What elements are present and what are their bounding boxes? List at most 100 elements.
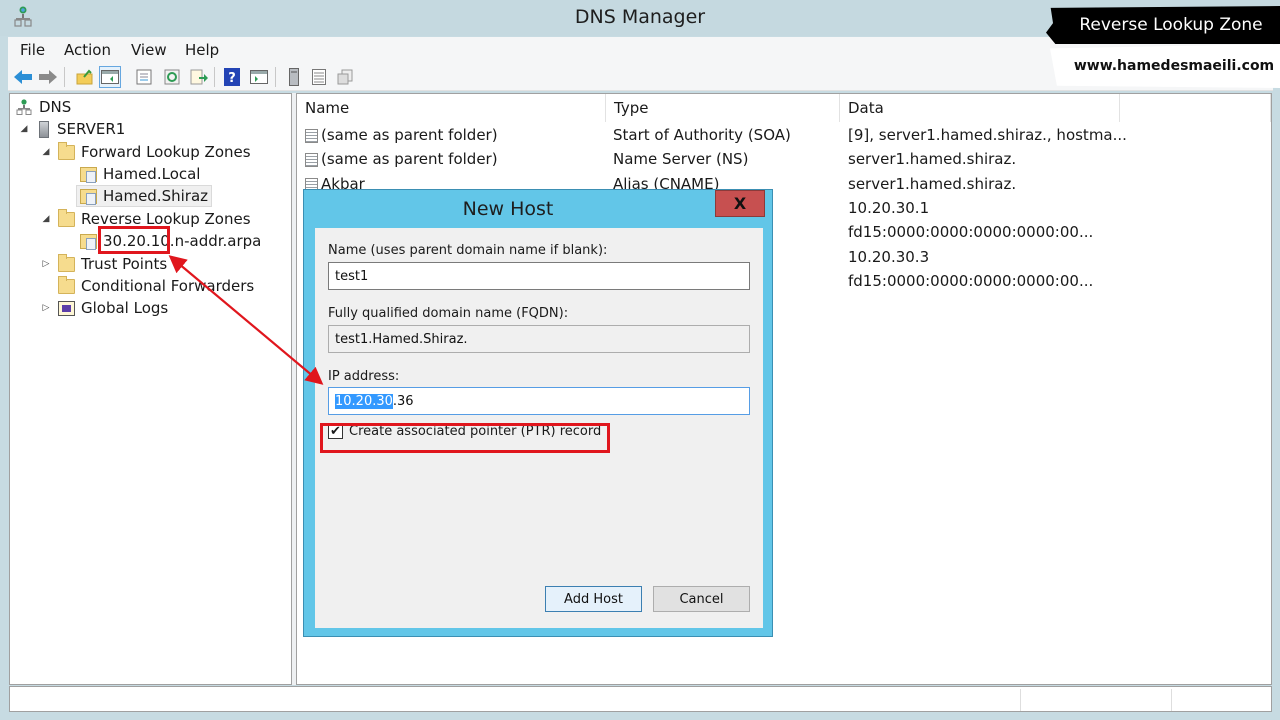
tree-label: Hamed.Local [103, 165, 201, 183]
folder-icon [58, 141, 75, 160]
show-hide-console-tree-icon [101, 70, 119, 84]
record-data: 10.20.30.1 [848, 199, 930, 217]
export-list-icon [190, 69, 208, 85]
refresh-icon [164, 69, 180, 85]
collapsed-icon[interactable]: ▷ [40, 303, 52, 313]
dialog-title: New Host [462, 198, 554, 220]
collapsed-icon[interactable]: ▷ [40, 259, 52, 269]
folder-icon [58, 208, 75, 227]
help-icon: ? [224, 68, 240, 86]
ip-selected-text: 10.20.30 [335, 394, 393, 409]
forward-button[interactable] [37, 66, 59, 88]
website-banner: www.hamedesmaeili.com [1050, 44, 1280, 88]
menu-help[interactable]: Help [185, 41, 219, 59]
column-header-data[interactable]: Data [840, 94, 1120, 122]
show-action-pane-icon [250, 70, 268, 84]
menu-file[interactable]: File [20, 41, 45, 59]
close-icon: X [733, 194, 747, 213]
show-hide-console-tree-button[interactable] [99, 66, 121, 88]
record-data: server1.hamed.shiraz. [848, 150, 1017, 168]
menu-action[interactable]: Action [64, 41, 111, 59]
back-button[interactable] [12, 66, 34, 88]
dns-icon [16, 99, 32, 115]
record-list-icon [312, 69, 326, 85]
name-input[interactable]: test1 [328, 262, 750, 290]
show-action-pane-button[interactable] [248, 66, 270, 88]
record-icon [305, 152, 318, 167]
tree-label: Forward Lookup Zones [81, 143, 251, 161]
properties-icon [136, 69, 152, 85]
toolbar-separator [214, 67, 215, 87]
toolbar-separator [64, 67, 65, 87]
tree-item-forward-lookup-zones[interactable]: ◢ Forward Lookup Zones [40, 141, 251, 163]
tree-label: DNS [39, 98, 72, 116]
expanded-icon[interactable]: ◢ [40, 147, 52, 157]
ip-address-input[interactable]: 10.20.30.36 [328, 387, 750, 415]
record-type: Start of Authority (SOA) [613, 126, 791, 144]
list-row[interactable]: (same as parent folder) Start of Authori… [297, 123, 1267, 147]
menu-view[interactable]: View [131, 41, 167, 59]
new-host-dialog: New Host X Name (uses parent domain name… [303, 189, 773, 637]
cancel-button[interactable]: Cancel [653, 586, 750, 612]
server-icon [39, 120, 49, 138]
record-icon [305, 128, 318, 143]
folder-icon [58, 275, 75, 294]
tree-item-conditional-forwarders[interactable]: Conditional Forwarders [58, 275, 254, 297]
tree-item-global-logs[interactable]: ▷ Global Logs [40, 297, 169, 319]
record-data: fd15:0000:0000:0000:0000:00... [848, 272, 1094, 290]
highlight-ptr-checkbox [320, 423, 610, 453]
tree-label: Trust Points [81, 255, 168, 273]
column-header-type[interactable]: Type [606, 94, 840, 122]
record-data: server1.hamed.shiraz. [848, 175, 1017, 193]
tree-label: Hamed.Shiraz [103, 187, 209, 205]
tree-item-server1[interactable]: ◢ SERVER1 [18, 118, 126, 140]
tree-label: SERVER1 [57, 120, 126, 138]
status-divider [1020, 689, 1021, 711]
topic-banner: Reverse Lookup Zone [1046, 6, 1280, 44]
copy-icon [337, 69, 353, 85]
up-one-level-button[interactable] [74, 66, 96, 88]
refresh-button[interactable] [161, 66, 183, 88]
record-data: 10.20.30.3 [848, 248, 930, 266]
tree-label: Conditional Forwarders [81, 277, 255, 295]
ip-address-label: IP address: [328, 369, 400, 384]
status-bar [9, 686, 1272, 712]
record-type: Name Server (NS) [613, 150, 749, 168]
fqdn-field: test1.Hamed.Shiraz. [328, 325, 750, 353]
tree-item-trust-points[interactable]: ▷ Trust Points [40, 253, 167, 275]
record-data: fd15:0000:0000:0000:0000:00... [848, 223, 1094, 241]
server-button[interactable] [283, 66, 305, 88]
folder-icon [58, 253, 75, 272]
zone-icon [80, 233, 97, 250]
back-arrow-icon [14, 70, 32, 84]
expanded-icon[interactable]: ◢ [18, 124, 30, 134]
name-label: Name (uses parent domain name if blank): [328, 243, 608, 258]
zone-icon [80, 188, 97, 205]
server-icon [289, 68, 299, 86]
list-row[interactable]: (same as parent folder) Name Server (NS)… [297, 147, 1267, 171]
record-name: (same as parent folder) [321, 126, 498, 144]
expanded-icon[interactable]: ◢ [40, 214, 52, 224]
ip-rest-text: .36 [392, 394, 414, 409]
svg-text:?: ? [228, 71, 236, 86]
forward-arrow-icon [39, 70, 57, 84]
column-header-empty [1120, 94, 1271, 122]
tree-item-hamed-local[interactable]: Hamed.Local [80, 163, 200, 185]
export-list-button[interactable] [188, 66, 210, 88]
properties-button[interactable] [133, 66, 155, 88]
tree-label: Global Logs [81, 299, 169, 317]
zone-icon [80, 166, 97, 183]
up-folder-icon [76, 69, 93, 85]
column-header-name[interactable]: Name [297, 94, 606, 122]
copy-button[interactable] [334, 66, 356, 88]
tree-item-dns[interactable]: DNS [16, 96, 71, 118]
tree-label-suffix: n-addr.arpa [174, 232, 262, 250]
highlight-reverse-zone-prefix [98, 226, 170, 254]
record-data: [9], server1.hamed.shiraz., hostma... [848, 126, 1127, 144]
close-button[interactable]: X [715, 190, 765, 217]
record-list-button[interactable] [308, 66, 330, 88]
record-name: (same as parent folder) [321, 150, 498, 168]
help-button[interactable]: ? [221, 66, 243, 88]
add-host-button[interactable]: Add Host [545, 586, 642, 612]
tree-item-hamed-shiraz[interactable]: Hamed.Shiraz [76, 185, 213, 207]
